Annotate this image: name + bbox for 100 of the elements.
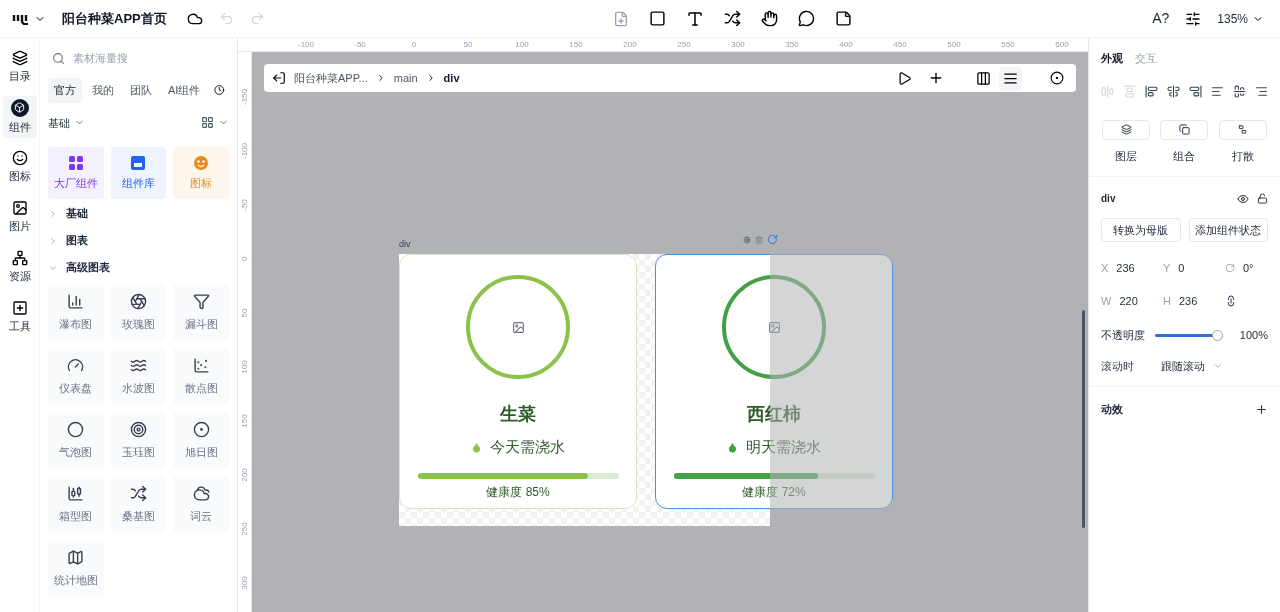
section-header[interactable]: 基础 — [48, 201, 229, 226]
ruler-label: 300 — [731, 39, 745, 51]
caret-icon — [48, 235, 58, 246]
opacity-reading: 100% — [1239, 328, 1268, 343]
clock-icon[interactable] — [214, 83, 225, 98]
rail-tab[interactable]: 资源 — [2, 246, 37, 288]
columns-icon[interactable] — [976, 70, 991, 86]
chart-tile[interactable]: 瀑布图 — [48, 284, 104, 341]
grid-icon[interactable] — [201, 116, 214, 130]
action-label: 图层 — [1115, 148, 1138, 164]
image-icon — [11, 199, 28, 216]
action-button[interactable] — [1160, 119, 1209, 140]
rotation-field[interactable]: 0° — [1225, 260, 1268, 277]
plant-name: 西红柿 — [747, 403, 801, 426]
position-field[interactable]: H 236 — [1163, 292, 1225, 309]
slider-thumb[interactable] — [1211, 329, 1223, 341]
plus-square-icon — [11, 299, 28, 316]
align-icon[interactable] — [1145, 84, 1158, 98]
plus-icon[interactable] — [928, 70, 944, 86]
rail-tab[interactable]: 图标 — [2, 146, 37, 188]
align-icon[interactable] — [1211, 84, 1224, 98]
action-button[interactable] — [1102, 119, 1151, 140]
chart-tile[interactable]: 散点图 — [173, 348, 229, 405]
align-icon[interactable] — [1255, 84, 1268, 98]
position-field[interactable]: W 220 — [1101, 292, 1163, 309]
action-button[interactable]: 添加组件状态 — [1188, 218, 1268, 242]
ruler-label: 350 — [785, 39, 799, 51]
map-icon — [67, 548, 85, 566]
library-tab[interactable]: AI组件 — [162, 78, 207, 103]
rail-tab[interactable]: 组件 — [2, 96, 37, 138]
search-field[interactable]: 素材海量搜 — [73, 49, 213, 67]
rail-tab[interactable]: 图片 — [2, 196, 37, 238]
chart-tile[interactable]: 旭日图 — [173, 412, 229, 469]
text-icon[interactable] — [686, 9, 705, 28]
breadcrumb-item[interactable]: 阳台种菜APP... — [294, 69, 368, 87]
candlestick-icon — [67, 484, 85, 502]
align-icon[interactable] — [1189, 84, 1202, 98]
featured-tile[interactable]: 组件库 — [110, 147, 167, 199]
chart-tile[interactable]: 玫瑰图 — [110, 284, 167, 341]
opacity-slider[interactable] — [1153, 328, 1224, 342]
ruler-label: -100 — [298, 39, 314, 51]
exit-icon[interactable] — [272, 71, 286, 85]
library-tab[interactable]: 官方 — [48, 78, 82, 103]
chart-tile[interactable]: 统计地图 — [48, 540, 104, 597]
logo-icon[interactable] — [12, 12, 30, 25]
comment-icon[interactable] — [798, 10, 816, 27]
inspector-tab[interactable]: 外观 — [1101, 50, 1123, 67]
chart-tile[interactable]: 箱型图 — [48, 476, 104, 533]
position-field[interactable]: Y 0 — [1163, 260, 1225, 277]
rail-tab[interactable]: 工具 — [2, 296, 37, 338]
play-icon[interactable] — [897, 70, 912, 86]
plus-icon[interactable] — [1255, 402, 1268, 416]
zoom-level[interactable]: 135% — [1217, 9, 1248, 28]
align-icon[interactable] — [1167, 84, 1180, 98]
action-label: 组合 — [1173, 148, 1196, 164]
layer-name: div — [1101, 192, 1116, 206]
action-button[interactable]: 转换为母版 — [1101, 218, 1181, 242]
rotate-icon — [1225, 263, 1235, 274]
layers-icon — [1120, 124, 1132, 135]
scroll-label: 滚动时 — [1101, 358, 1135, 374]
gear-icon[interactable] — [743, 235, 751, 244]
scroll-dropdown[interactable]: 跟随滚动 — [1161, 357, 1205, 374]
align-icon[interactable] — [1233, 84, 1246, 98]
note-icon[interactable] — [835, 10, 853, 27]
droplet-icon — [727, 441, 738, 453]
eye-icon[interactable] — [1237, 192, 1249, 205]
breadcrumb-item[interactable]: main — [393, 69, 418, 87]
document-title[interactable]: 阳台种菜APP首页 — [62, 8, 167, 29]
page-add-icon[interactable] — [613, 10, 630, 27]
ruler-label: 250 — [241, 523, 249, 535]
ruler-label: 500 — [947, 39, 961, 51]
featured-tile[interactable]: 大厂组件 — [48, 147, 104, 199]
target-icon[interactable] — [1050, 71, 1064, 85]
chart-tile[interactable]: 水波图 — [110, 348, 167, 405]
cube-icon — [10, 98, 29, 117]
chart-tile[interactable]: 玉珏图 — [110, 412, 167, 469]
hand-icon[interactable] — [761, 10, 779, 27]
chart-tile[interactable]: 气泡图 — [48, 412, 104, 469]
chart-tile[interactable]: 漏斗图 — [173, 284, 229, 341]
link-icon[interactable] — [1225, 294, 1237, 307]
accessibility-label[interactable]: A? — [1152, 8, 1170, 29]
ruler-label: 200 — [623, 39, 637, 51]
chart-tile[interactable]: 词云 — [173, 476, 229, 533]
position-field[interactable]: X 236 — [1101, 260, 1163, 277]
breadcrumb-item[interactable]: div — [443, 69, 460, 87]
ruler-label: 250 — [677, 39, 691, 51]
unlock-icon[interactable] — [1257, 193, 1268, 204]
chart-tile[interactable]: 桑基图 — [110, 476, 167, 533]
section-header[interactable]: 高级图表 — [48, 255, 229, 280]
settings-icon[interactable] — [1185, 10, 1202, 27]
category-dropdown[interactable]: 基础 — [48, 114, 70, 131]
rectangle-icon[interactable] — [649, 10, 667, 27]
library-tab[interactable]: 团队 — [124, 78, 158, 103]
ruler-label: 100 — [241, 361, 249, 373]
action-button[interactable] — [1218, 119, 1267, 140]
chart-tile[interactable]: 仪表盘 — [48, 348, 104, 405]
section-header[interactable]: 图表 — [48, 228, 229, 253]
watering-note: 明天需浇水 — [746, 437, 821, 457]
rail-tab[interactable]: 目录 — [2, 46, 37, 88]
library-tab[interactable]: 我的 — [86, 78, 120, 103]
